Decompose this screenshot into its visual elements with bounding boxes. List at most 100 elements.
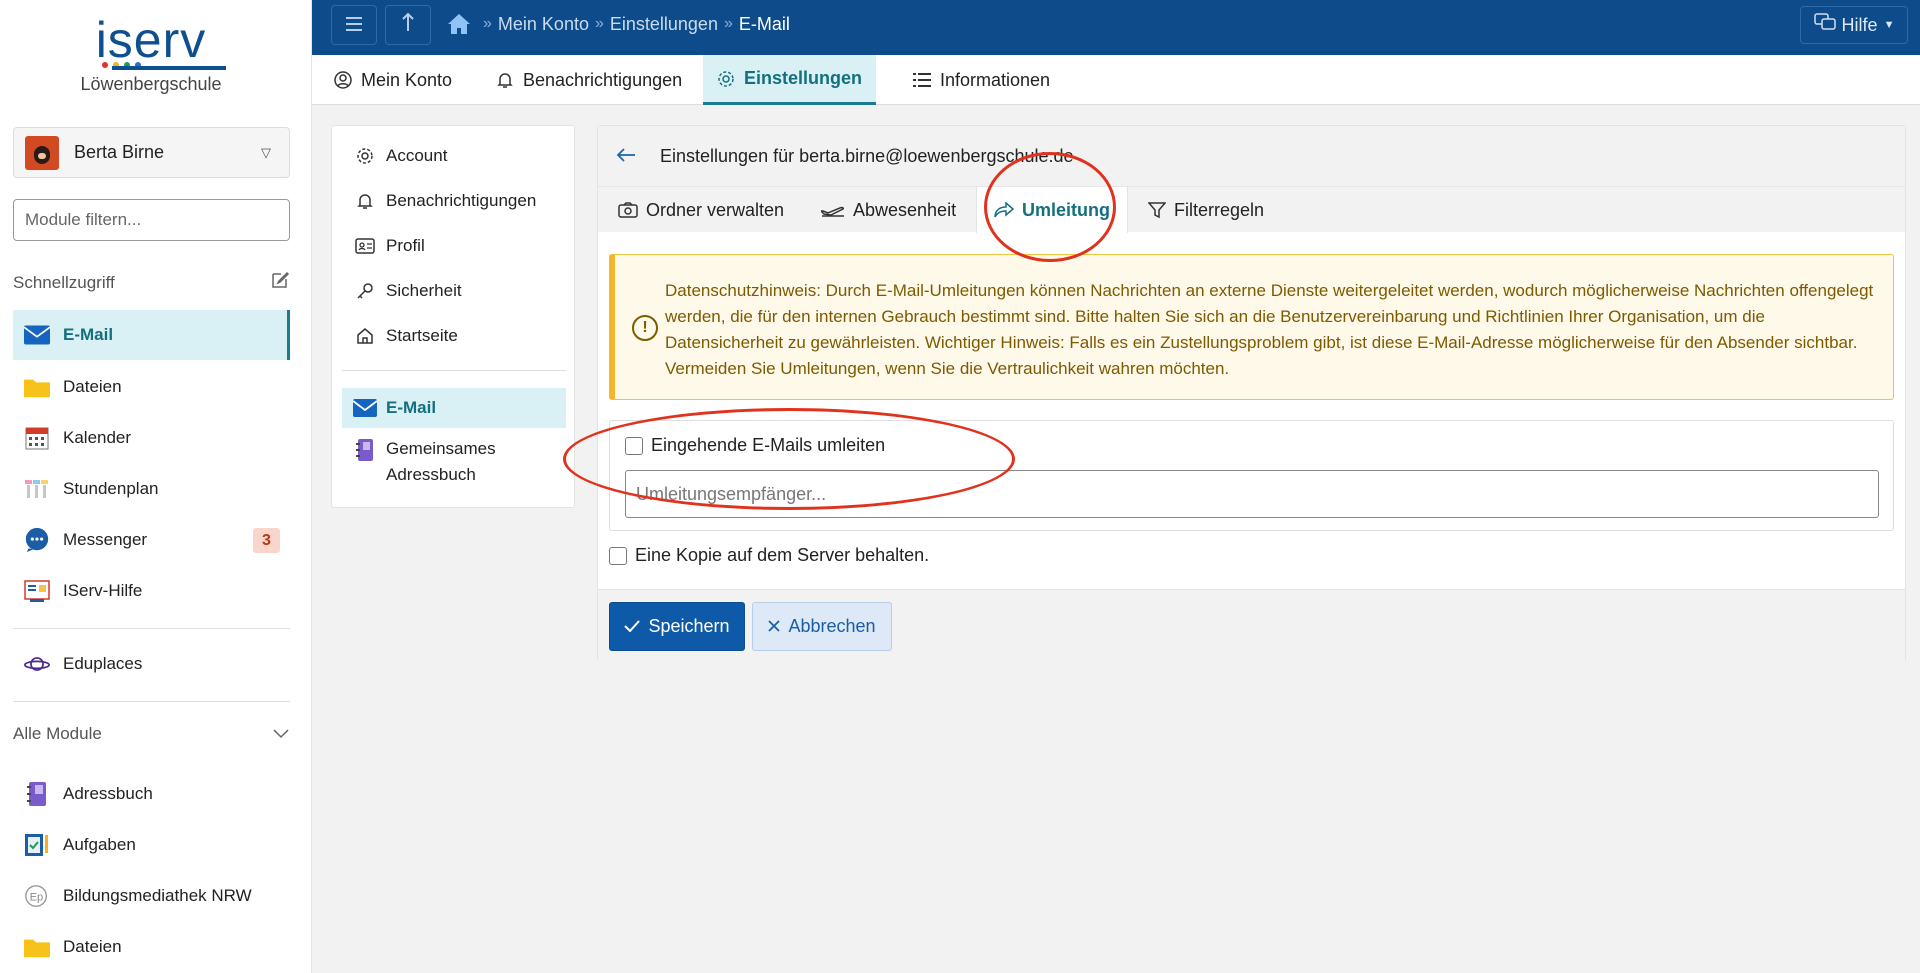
- tab-mein-konto[interactable]: Mein Konto: [334, 55, 474, 105]
- svg-text:Ep: Ep: [30, 892, 44, 904]
- sidebar-item-label: Bildungsmediathek NRW: [63, 886, 252, 905]
- close-icon: [768, 616, 781, 637]
- breadcrumb-einstellungen[interactable]: Einstellungen: [610, 14, 718, 35]
- folder-icon: [24, 935, 50, 959]
- settings-item-profil[interactable]: Profil: [342, 226, 566, 266]
- sidebar-item-eduplaces[interactable]: Eduplaces: [13, 639, 290, 689]
- home-icon[interactable]: [447, 13, 471, 35]
- chevron-down-icon: [272, 724, 290, 744]
- redirect-recipient-input[interactable]: [625, 470, 1879, 518]
- tab-benachrichtigungen[interactable]: Benachrichtigungen: [496, 55, 686, 105]
- sidebar-item-dateien[interactable]: Dateien: [13, 362, 290, 412]
- tab-einstellungen[interactable]: Einstellungen: [703, 55, 876, 105]
- settings-item-gemeinsames-adressbuch[interactable]: Gemeinsames Adressbuch: [342, 436, 566, 492]
- settings-item-label: E-Mail: [386, 398, 437, 417]
- tab-ordner-verwalten[interactable]: Ordner verwalten: [618, 187, 788, 233]
- sidebar-item-label: Dateien: [63, 937, 122, 956]
- check-icon: [624, 616, 641, 637]
- save-button[interactable]: Speichern: [609, 602, 745, 651]
- bell-icon: [496, 71, 514, 89]
- keep-copy-row[interactable]: Eine Kopie auf dem Server behalten.: [609, 545, 929, 566]
- settings-item-label: Startseite: [386, 326, 458, 345]
- tab-filterregeln[interactable]: Filterregeln: [1148, 187, 1288, 233]
- breadcrumb-email: E-Mail: [738, 13, 790, 34]
- settings-item-label: Benachrichtigungen: [386, 191, 537, 210]
- card-title: Einstellungen für berta.birne@loewenberg…: [660, 145, 1074, 166]
- calendar-icon: [24, 426, 50, 450]
- gear-icon: [717, 70, 735, 88]
- edit-icon[interactable]: [270, 270, 290, 295]
- tasks-icon: [24, 833, 50, 857]
- tab-informationen[interactable]: Informationen: [913, 55, 1073, 105]
- tab-umleitung[interactable]: Umleitung: [976, 187, 1128, 233]
- sidebar-item-kalender[interactable]: Kalender: [13, 413, 290, 463]
- addressbook-icon: [24, 782, 50, 806]
- account-tabs: Mein Konto Benachrichtigungen Einstellun…: [312, 55, 1920, 105]
- settings-item-label: Account: [386, 146, 448, 165]
- back-arrow-icon[interactable]: [616, 143, 640, 169]
- settings-item-label: Gemeinsames Adressbuch: [386, 439, 496, 484]
- gear-icon: [353, 147, 377, 165]
- chat-icon: [24, 527, 50, 553]
- tab-label: Abwesenheit: [853, 199, 957, 220]
- mail-icon: [24, 323, 50, 347]
- plane-icon: [821, 202, 845, 218]
- privacy-warning: ! Datenschutzhinweis: Durch E-Mail-Umlei…: [609, 254, 1894, 400]
- redirect-checkbox[interactable]: [625, 436, 643, 455]
- settings-item-email[interactable]: E-Mail: [342, 388, 566, 428]
- tab-label: Ordner verwalten: [646, 199, 785, 220]
- unread-badge: 3: [253, 528, 280, 553]
- module-filter-input[interactable]: [13, 199, 290, 241]
- settings-item-account[interactable]: Account: [342, 136, 566, 176]
- settings-item-startseite[interactable]: Startseite: [342, 316, 566, 356]
- share-icon: [994, 202, 1014, 218]
- sidebar-item-label: Adressbuch: [63, 784, 153, 803]
- hamburger-icon: [345, 14, 363, 37]
- sidebar-item-stundenplan[interactable]: Stundenplan: [13, 464, 290, 514]
- all-modules-header[interactable]: Alle Module: [13, 724, 290, 744]
- filter-icon: [1148, 201, 1166, 219]
- redirect-checkbox-row[interactable]: Eingehende E-Mails umleiten: [625, 435, 885, 456]
- sidebar-item-aufgaben[interactable]: Aufgaben: [13, 820, 290, 870]
- key-icon: [353, 282, 377, 300]
- breadcrumb-mein-konto[interactable]: Mein Konto: [498, 14, 589, 35]
- bell-icon: [353, 192, 377, 210]
- sidebar-item-label: E-Mail: [63, 325, 114, 344]
- sidebar-item-messenger[interactable]: Messenger 3: [13, 515, 290, 565]
- sidebar-item-label: IServ-Hilfe: [63, 581, 143, 600]
- sidebar-item-bildungsmediathek[interactable]: Ep Bildungsmediathek NRW: [13, 871, 290, 921]
- privacy-warning-text: Datenschutzhinweis: Durch E-Mail-Umleitu…: [665, 281, 1874, 378]
- tab-abwesenheit[interactable]: Abwesenheit: [821, 187, 971, 233]
- up-button[interactable]: [385, 5, 431, 45]
- mediathek-icon: Ep: [24, 884, 50, 908]
- iserv-logo[interactable]: iserv: [0, 14, 302, 70]
- sidebar-item-email[interactable]: E-Mail: [13, 310, 290, 360]
- avatar: [25, 135, 59, 170]
- help-button[interactable]: Hilfe ▼: [1800, 6, 1908, 44]
- help-label: Hilfe: [1841, 14, 1878, 35]
- divider: [13, 701, 290, 702]
- settings-item-label: Profil: [386, 236, 425, 255]
- home-icon: [353, 327, 377, 345]
- user-circle-icon: [334, 71, 352, 89]
- keep-copy-checkbox[interactable]: [609, 546, 627, 565]
- chat-help-icon: [1813, 12, 1836, 38]
- menu-toggle-button[interactable]: [331, 5, 377, 45]
- help-book-icon: [24, 579, 50, 603]
- user-menu[interactable]: Berta Birne ▽: [13, 127, 290, 178]
- settings-item-sicherheit[interactable]: Sicherheit: [342, 271, 566, 311]
- sidebar-item-label: Eduplaces: [63, 654, 143, 673]
- settings-item-label: Sicherheit: [386, 281, 462, 300]
- sidebar-item-dateien-module[interactable]: Dateien: [13, 922, 290, 972]
- cancel-label: Abbrechen: [788, 616, 876, 636]
- email-settings-tabs: Ordner verwalten Abwesenheit Umleitung F…: [598, 186, 1905, 233]
- sidebar-item-label: Stundenplan: [63, 479, 159, 498]
- cancel-button[interactable]: Abbrechen: [752, 602, 892, 651]
- sidebar-item-adressbuch[interactable]: Adressbuch: [13, 769, 290, 819]
- sidebar: iserv Löwenbergschule Berta Birne ▽ Schn…: [0, 0, 312, 973]
- settings-item-benachrichtigungen[interactable]: Benachrichtigungen: [342, 181, 566, 221]
- caret-down-icon: ▼: [1883, 19, 1895, 31]
- sidebar-item-iserv-hilfe[interactable]: IServ-Hilfe: [13, 566, 290, 616]
- divider: [13, 628, 290, 629]
- logo-text: iserv: [95, 12, 207, 68]
